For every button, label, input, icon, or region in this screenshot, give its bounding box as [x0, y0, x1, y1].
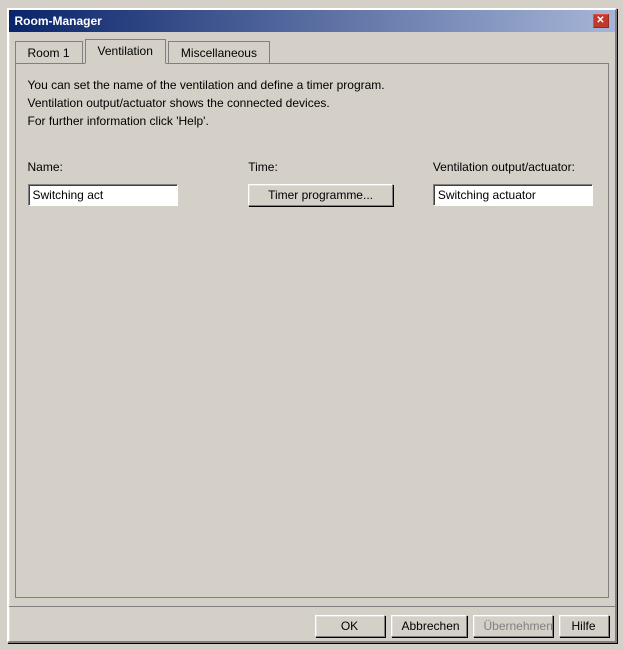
ventilation-field-group: Ventilation output/actuator: [433, 160, 596, 206]
name-field-group: Name: [28, 160, 209, 206]
tab-room1[interactable]: Room 1 [15, 41, 83, 64]
time-field-group: Time: Timer programme... [248, 160, 393, 206]
time-label: Time: [248, 160, 393, 174]
ok-button[interactable]: OK [315, 615, 385, 637]
tab-content-ventilation: You can set the name of the ventilation … [15, 63, 609, 598]
bottom-bar: OK Abbrechen Übernehmen Hilfe [9, 606, 615, 641]
title-bar-controls: ✕ [593, 14, 609, 28]
cancel-button[interactable]: Abbrechen [391, 615, 467, 637]
timer-programme-button[interactable]: Timer programme... [248, 184, 393, 206]
name-input[interactable] [28, 184, 178, 206]
ventilation-input[interactable] [433, 184, 593, 206]
fields-row: Name: Time: Timer programme... Ventilati… [28, 160, 596, 206]
tab-bar: Room 1 Ventilation Miscellaneous [15, 38, 609, 63]
tab-miscellaneous[interactable]: Miscellaneous [168, 41, 270, 64]
ventilation-label: Ventilation output/actuator: [433, 160, 596, 174]
help-button[interactable]: Hilfe [559, 615, 609, 637]
window-title: Room-Manager [15, 14, 102, 28]
window-content: Room 1 Ventilation Miscellaneous You can… [9, 32, 615, 604]
close-button[interactable]: ✕ [593, 14, 609, 28]
tab-ventilation[interactable]: Ventilation [85, 39, 166, 64]
name-label: Name: [28, 160, 209, 174]
apply-button[interactable]: Übernehmen [473, 615, 553, 637]
room-manager-window: Room-Manager ✕ Room 1 Ventilation Miscel… [7, 8, 617, 643]
info-text: You can set the name of the ventilation … [28, 76, 596, 130]
title-bar: Room-Manager ✕ [9, 10, 615, 32]
